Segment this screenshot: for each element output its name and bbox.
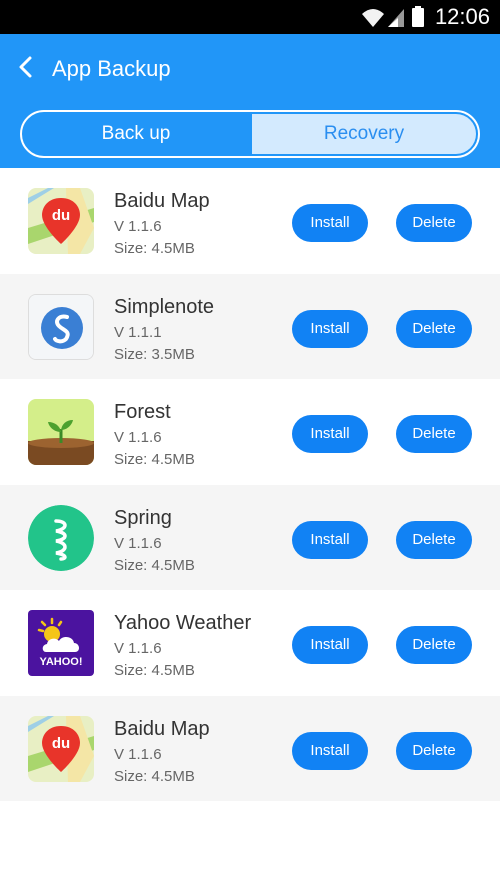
app-size: Size: 4.5MB bbox=[114, 662, 195, 679]
list-item: Simplenote V 1.1.1 Size: 3.5MB Install D… bbox=[0, 273, 500, 379]
delete-button[interactable]: Delete bbox=[396, 520, 472, 559]
app-name: Spring bbox=[114, 506, 172, 529]
app-version: V 1.1.1 bbox=[114, 323, 162, 341]
simplenote-icon bbox=[28, 293, 94, 360]
app-size: Size: 4.5MB bbox=[114, 451, 195, 468]
status-time: 12:06 bbox=[434, 4, 490, 29]
delete-button[interactable]: Delete bbox=[396, 415, 472, 453]
app-size: Size: 3.5MB bbox=[114, 345, 195, 363]
install-button[interactable]: Install bbox=[292, 204, 368, 242]
app-version: V 1.1.6 bbox=[114, 640, 162, 657]
app-size: Size: 4.5MB bbox=[114, 556, 195, 574]
app-name: Yahoo Weather bbox=[114, 612, 252, 634]
svg-text:du: du bbox=[52, 735, 70, 752]
svg-text:du: du bbox=[52, 207, 70, 224]
app-version: V 1.1.6 bbox=[114, 218, 162, 235]
status-icons bbox=[362, 6, 424, 27]
delete-button[interactable]: Delete bbox=[396, 204, 472, 242]
baidu-map-icon: du bbox=[28, 188, 94, 254]
battery-icon bbox=[412, 6, 424, 27]
list-item: du Baidu Map V 1.1.6 Size: 4.5MB Install… bbox=[0, 695, 500, 801]
install-button[interactable]: Install bbox=[292, 520, 368, 559]
list-item: YAHOO! Yahoo Weather V 1.1.6 Size: 4.5MB… bbox=[0, 590, 500, 696]
status-bar: 12:06 bbox=[0, 0, 500, 34]
tab-back-up[interactable]: Back up bbox=[22, 112, 250, 156]
forest-icon bbox=[28, 399, 94, 465]
delete-button[interactable]: Delete bbox=[396, 626, 472, 664]
signal-icon bbox=[388, 9, 404, 27]
install-button[interactable]: Install bbox=[292, 309, 368, 348]
app-name: Baidu Map bbox=[114, 717, 210, 740]
app-header: App Backup Back up Recovery bbox=[0, 34, 500, 168]
tab-recovery[interactable]: Recovery bbox=[252, 114, 476, 154]
app-version: V 1.1.6 bbox=[114, 429, 162, 446]
app-name: Forest bbox=[114, 401, 171, 423]
install-button[interactable]: Install bbox=[292, 415, 368, 453]
app-name: Baidu Map bbox=[114, 190, 210, 212]
wifi-icon bbox=[362, 9, 384, 27]
app-list: du Baidu Map V 1.1.6 Size: 4.5MB Install… bbox=[0, 168, 500, 801]
app-version: V 1.1.6 bbox=[114, 745, 162, 763]
install-button[interactable]: Install bbox=[292, 626, 368, 664]
spring-icon bbox=[28, 504, 94, 571]
yahoo-weather-icon: YAHOO! bbox=[28, 610, 94, 676]
delete-button[interactable]: Delete bbox=[396, 309, 472, 348]
list-item: du Baidu Map V 1.1.6 Size: 4.5MB Install… bbox=[0, 168, 500, 274]
back-button[interactable] bbox=[12, 52, 42, 82]
baidu-map-icon: du bbox=[28, 715, 94, 782]
app-version: V 1.1.6 bbox=[114, 534, 162, 552]
backup-recovery-tabs: Back up Recovery bbox=[20, 110, 480, 158]
app-size: Size: 4.5MB bbox=[114, 767, 195, 785]
chevron-left-icon bbox=[19, 56, 32, 78]
list-item: Spring V 1.1.6 Size: 4.5MB Install Delet… bbox=[0, 484, 500, 590]
install-button[interactable]: Install bbox=[292, 731, 368, 770]
page-title: App Backup bbox=[52, 56, 171, 81]
app-name: Simplenote bbox=[114, 295, 215, 318]
yahoo-logo-text: YAHOO! bbox=[39, 656, 83, 668]
list-item: Forest V 1.1.6 Size: 4.5MB Install Delet… bbox=[0, 379, 500, 485]
delete-button[interactable]: Delete bbox=[396, 731, 472, 770]
app-size: Size: 4.5MB bbox=[114, 240, 195, 257]
